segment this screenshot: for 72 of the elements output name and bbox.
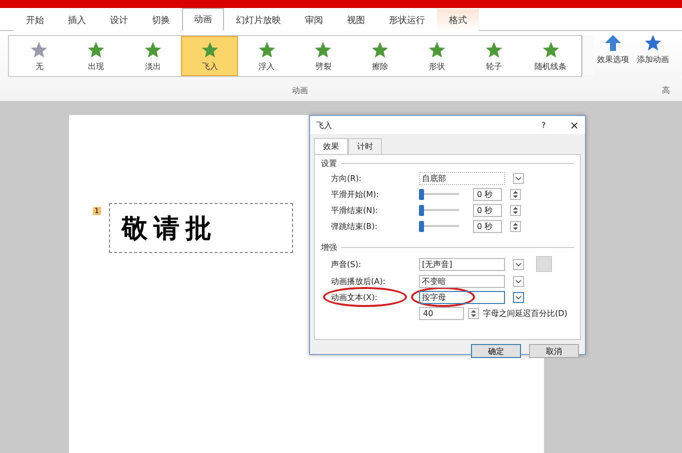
star-icon (428, 40, 446, 58)
dialog-title: 飞入 (316, 120, 333, 130)
star-icon (258, 40, 276, 58)
spin-field[interactable]: 0 秒 (473, 204, 502, 217)
spin-field[interactable]: 0 秒 (473, 220, 502, 233)
animation-effect[interactable]: 无 (11, 36, 68, 76)
delay-field[interactable]: 40 (419, 307, 464, 320)
animation-effect[interactable]: 浮入 (238, 36, 295, 76)
arrow-up-icon (604, 34, 622, 52)
slider-thumb[interactable] (419, 221, 424, 232)
add-animation-button[interactable]: 添加动画 (633, 31, 673, 77)
star-icon (484, 40, 503, 58)
spin-arrows-icon (512, 207, 519, 214)
close-button[interactable]: × (570, 118, 579, 132)
spin-button[interactable] (510, 221, 521, 232)
animation-effect[interactable]: 劈裂 (294, 36, 352, 76)
dialog-tab[interactable]: 效果 (314, 138, 348, 154)
dropdown[interactable]: 不变暗 (419, 275, 505, 288)
field-label: 字母之间延迟百分比(D) (483, 308, 568, 319)
dialog-tab[interactable]: 计时 (348, 138, 382, 154)
spin-arrows-icon (512, 191, 519, 198)
ribbon-tab[interactable]: 格式 (437, 8, 479, 31)
animation-effect[interactable]: 擦除 (352, 36, 409, 76)
dropdown[interactable]: [无声音] (419, 258, 505, 270)
animation-effect[interactable]: 形状 (408, 36, 466, 76)
star-icon (371, 40, 390, 58)
star-icon (542, 40, 560, 58)
spin-button[interactable] (510, 205, 521, 216)
animation-effect[interactable]: 轮子 (465, 36, 522, 76)
ribbon-tab[interactable]: 动画 (182, 8, 224, 31)
spin-arrows-icon (512, 223, 519, 230)
slider-thumb[interactable] (419, 205, 424, 216)
section-heading: 设置 (321, 158, 337, 169)
field-label: 动画播放后(A): (331, 276, 386, 287)
field-label: 弹跳结束(B): (331, 221, 378, 232)
caret-icon[interactable] (513, 258, 524, 270)
slide-text: 敬请批 (122, 212, 218, 246)
dropdown-button[interactable] (513, 173, 524, 184)
field-label: 平滑结束(N): (331, 205, 379, 216)
animation-effect[interactable]: 随机线条 (522, 36, 579, 76)
group-label: 动画 (291, 85, 309, 96)
caret-icon (515, 175, 522, 182)
spin-button[interactable] (510, 189, 521, 200)
field-label: 方向(R): (331, 173, 362, 184)
animation-effect[interactable]: 飞入 (181, 36, 238, 76)
star-icon (644, 34, 662, 52)
star-icon (30, 40, 48, 58)
spin-arrows-icon (470, 310, 477, 317)
star-icon (200, 40, 219, 58)
animation-effect[interactable]: 出现 (68, 36, 125, 76)
star-icon (144, 40, 162, 58)
spin-field[interactable]: 0 秒 (473, 188, 502, 201)
dialog-button[interactable]: 确定 (471, 344, 521, 358)
spin-button[interactable] (468, 308, 479, 319)
field-label: 平滑开始(M): (331, 189, 380, 200)
field-label: 声音(S): (331, 258, 362, 270)
group-label: 高 (662, 85, 670, 96)
slider-thumb[interactable] (419, 189, 424, 200)
field-label: 动画文本(X): (331, 292, 378, 303)
dropdown[interactable]: 按字母 (419, 291, 505, 304)
dialog-button[interactable]: 取消 (529, 344, 579, 358)
section-heading: 增强 (321, 242, 337, 253)
star-icon (87, 40, 106, 58)
help-button[interactable]: ? (542, 120, 546, 130)
direction-dropdown[interactable]: 自底部 (419, 172, 505, 185)
caret-icon[interactable] (513, 292, 524, 303)
text-box[interactable]: 敬请批 (108, 203, 292, 253)
caret-icon[interactable] (513, 276, 524, 287)
annotation-ellipse (411, 287, 475, 307)
star-icon (314, 40, 332, 58)
animation-effect[interactable]: 淡出 (124, 36, 182, 76)
effect-options-button[interactable]: 效果选项 (593, 31, 633, 77)
